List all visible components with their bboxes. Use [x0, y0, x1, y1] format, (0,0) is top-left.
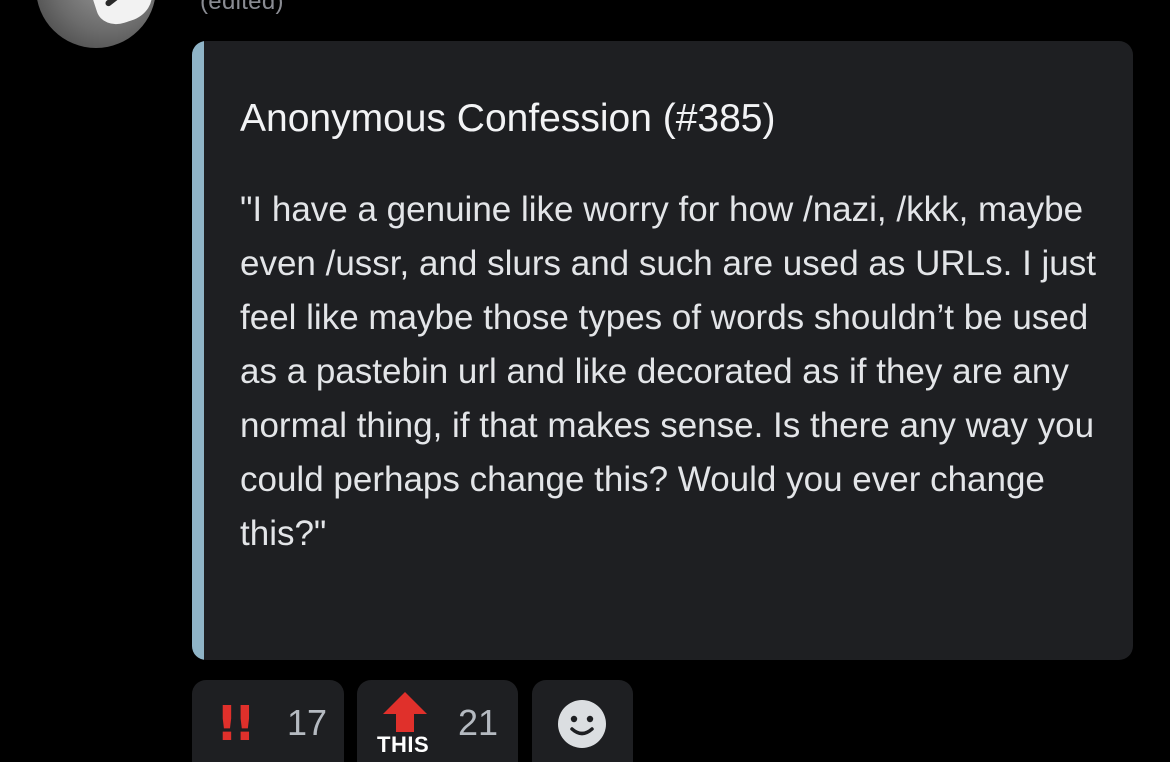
add-reaction-smiley-icon: [558, 700, 606, 748]
chat-view: (edited) Anonymous Confession (#385) "I …: [0, 0, 1170, 762]
edited-indicator: (edited): [200, 0, 284, 15]
this-up-arrow-icon: [383, 692, 427, 732]
this-emoji-label: THIS: [377, 732, 430, 757]
confession-embed: Anonymous Confession (#385) "I have a ge…: [192, 41, 1133, 660]
fox-avatar-icon: [88, 0, 156, 30]
double-exclamation-icon: !!: [216, 696, 256, 752]
reaction-count: 17: [287, 702, 328, 743]
embed-description: "I have a genuine like worry for how /na…: [240, 190, 1096, 553]
reaction-this[interactable]: THIS 21: [357, 680, 518, 762]
embed-title: Anonymous Confession (#385): [240, 97, 776, 140]
avatar[interactable]: [36, 0, 156, 48]
reaction-double-exclamation[interactable]: !! 17: [192, 680, 344, 762]
embed-accent-bar: [192, 41, 204, 660]
reaction-count: 21: [458, 702, 499, 743]
add-reaction-button[interactable]: [532, 680, 633, 762]
